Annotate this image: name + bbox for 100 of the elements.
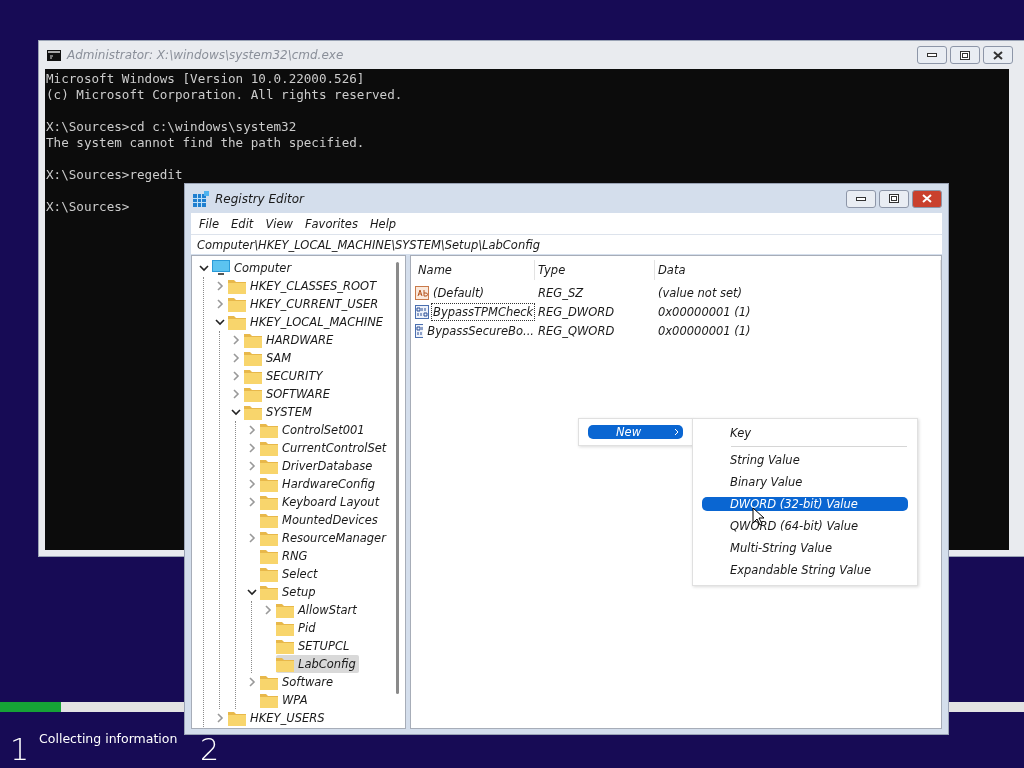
address-bar[interactable]: Computer\HKEY_LOCAL_MACHINE\SYSTEM\Setup\LabConfig [191, 234, 942, 254]
console-line: X:\Sources>regedit [46, 167, 183, 183]
folder-icon [276, 656, 294, 672]
menu-item[interactable]: New [588, 425, 683, 439]
folder-icon [260, 530, 278, 546]
tree-item[interactable]: SETUPCL [276, 637, 353, 655]
folder-icon [260, 422, 278, 438]
value-data: 0x00000001 (1) [657, 323, 752, 338]
minimize-button[interactable] [917, 46, 947, 64]
tree-item[interactable]: ResourceManager [260, 529, 389, 547]
value-type: REG_SZ [537, 285, 585, 300]
value-name[interactable]: BypassTPMCheck [432, 303, 535, 320]
tree-item[interactable]: DriverDatabase [260, 457, 376, 475]
tree-item[interactable]: ControlSet001 [260, 421, 368, 439]
close-icon [993, 50, 1003, 60]
menu-item[interactable]: File [195, 216, 228, 231]
minimize-icon [927, 53, 937, 57]
folder-icon [260, 440, 278, 456]
tree-item[interactable]: RNG [260, 547, 311, 565]
menu-item[interactable]: QWORD (64-bit) Value [702, 515, 908, 537]
folder-icon [260, 566, 278, 582]
tree-item[interactable]: SOFTWARE [244, 385, 333, 403]
column-header[interactable]: Type [535, 260, 655, 280]
computer-icon [212, 260, 230, 276]
tree-item[interactable]: HKEY_CLASSES_ROOT [228, 277, 380, 295]
tree-item[interactable]: Computer [212, 259, 295, 277]
column-header[interactable]: Data [655, 260, 941, 280]
registry-icon [193, 190, 209, 207]
string-value-icon [415, 285, 429, 300]
folder-icon [260, 476, 278, 492]
menu-item[interactable]: Multi-String Value [702, 537, 908, 559]
window-title: Registry Editor [215, 191, 306, 206]
folder-icon [276, 602, 294, 618]
folder-icon [260, 512, 278, 528]
menu-item[interactable]: String Value [702, 449, 908, 471]
folder-icon [276, 620, 294, 636]
folder-icon [244, 332, 262, 348]
menu-item[interactable]: DWORD (32-bit) Value [702, 497, 908, 511]
folder-icon [244, 404, 262, 420]
minimize-icon [856, 196, 866, 201]
tree-item[interactable]: SYSTEM [244, 403, 315, 421]
maximize-button[interactable] [879, 189, 909, 208]
maximize-icon [960, 50, 970, 60]
tree-item[interactable]: Select [260, 565, 321, 583]
folder-icon [228, 710, 246, 726]
folder-icon [244, 368, 262, 384]
value-type: REG_DWORD [537, 304, 616, 319]
tree-item[interactable]: SECURITY [244, 367, 326, 385]
menu-item[interactable]: Binary Value [702, 471, 908, 493]
folder-icon [244, 350, 262, 366]
console-line: The system cannot find the path specified. [46, 135, 365, 151]
folder-icon [244, 386, 262, 402]
folder-icon [260, 674, 278, 690]
close-icon [922, 194, 932, 203]
menu-item[interactable]: Help [365, 216, 405, 231]
folder-icon [260, 584, 278, 600]
folder-icon [276, 638, 294, 654]
close-button[interactable] [912, 189, 942, 208]
tree-item[interactable]: HARDWARE [244, 331, 337, 349]
tree-item[interactable]: HKEY_LOCAL_MACHINE [228, 313, 387, 331]
maximize-button[interactable] [950, 46, 980, 64]
tree-item[interactable]: LabConfig [276, 655, 359, 673]
column-header[interactable]: Name [415, 260, 535, 280]
tree-item[interactable]: MountedDevices [260, 511, 381, 529]
tree-item[interactable]: Pid [276, 619, 319, 637]
folder-icon [260, 548, 278, 564]
menu-item[interactable]: Key [702, 422, 908, 444]
folder-icon [260, 692, 278, 708]
close-button[interactable] [983, 46, 1013, 64]
menu-item[interactable]: Favorites [300, 216, 366, 231]
tree-item[interactable]: HKEY_USERS [228, 709, 328, 727]
value-data: (value not set) [657, 285, 744, 300]
tree-item[interactable]: Setup [260, 583, 319, 601]
scrollbar[interactable] [396, 262, 399, 694]
chevron-right-icon [674, 428, 679, 436]
step-label: Collecting information [39, 731, 178, 746]
tree-item[interactable]: HardwareConfig [260, 475, 379, 493]
menu-item[interactable]: Expandable String Value [702, 559, 908, 581]
step-number: 2 [200, 737, 220, 763]
tree-item[interactable]: Keyboard Layout [260, 493, 383, 511]
menu-item[interactable]: View [261, 216, 301, 231]
value-name[interactable]: BypassSecureBo... [426, 322, 535, 339]
console-line: (c) Microsoft Corporation. All rights reserved. [46, 87, 403, 103]
tree-item[interactable]: CurrentControlSet [260, 439, 390, 457]
menu-item[interactable]: Edit [227, 216, 262, 231]
tree-item[interactable]: Software [260, 673, 337, 691]
tree-item[interactable]: SAM [244, 349, 295, 367]
value-name[interactable]: (Default) [432, 284, 485, 301]
value-type: REG_QWORD [537, 323, 616, 338]
console-line: X:\Sources>cd c:\windows\system32 [46, 119, 297, 135]
tree-item[interactable]: AllowStart [276, 601, 360, 619]
binary-value-icon [415, 323, 424, 338]
tree-item[interactable]: WPA [260, 691, 311, 709]
folder-icon [228, 296, 246, 312]
tree-item[interactable]: HKEY_CURRENT_USER [228, 295, 382, 313]
window-title: Administrator: X:\windows\system32\cmd.exe [67, 48, 345, 62]
console-icon [47, 49, 61, 61]
folder-icon [228, 314, 246, 330]
minimize-button[interactable] [846, 189, 876, 208]
binary-value-icon [415, 304, 429, 319]
